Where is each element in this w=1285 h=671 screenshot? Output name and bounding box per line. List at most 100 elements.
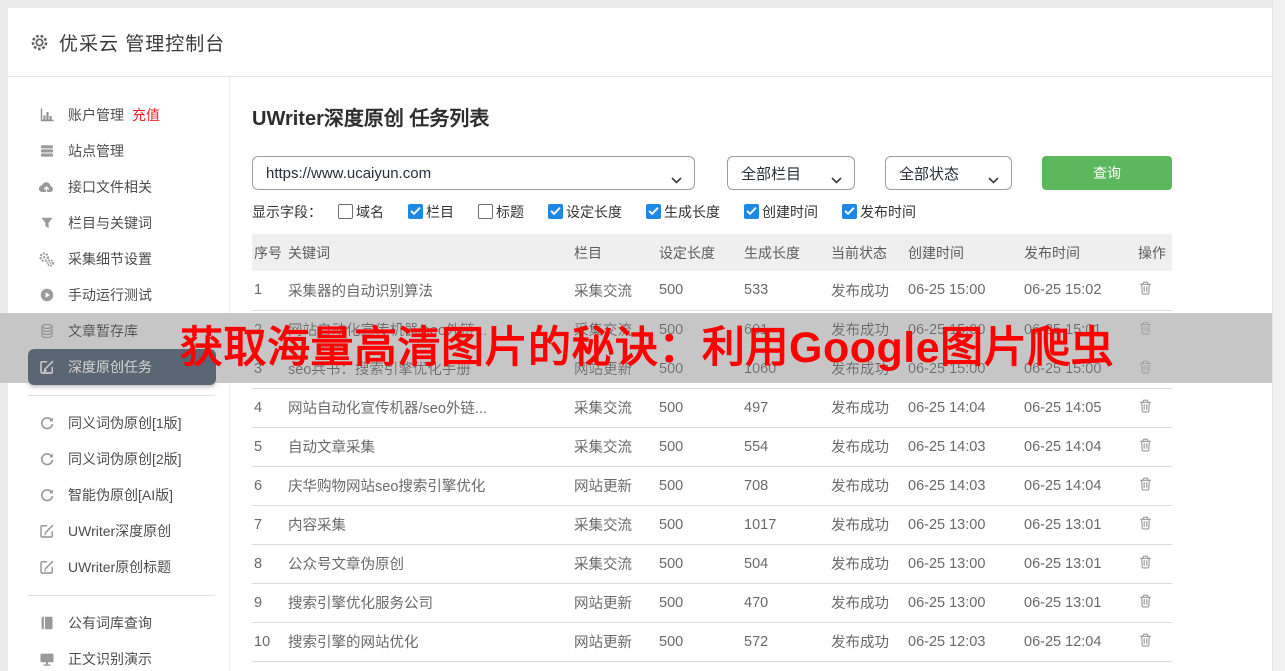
top-bar: 优采云 管理控制台 — [8, 8, 1272, 77]
cell-created: 06-25 14:03 — [906, 466, 1022, 506]
checkbox-checked-icon[interactable] — [646, 204, 661, 219]
cell-column: 网站更新 — [572, 466, 657, 506]
delete-button[interactable] — [1138, 320, 1153, 336]
page-title: UWriter深度原创 任务列表 — [252, 108, 490, 130]
field-checkbox-6[interactable]: 创建时间 — [744, 202, 818, 222]
site-select-value: https://www.ucaiyun.com — [266, 164, 432, 182]
cell-created: 06-25 15:00 — [906, 271, 1022, 311]
cell-no: 5 — [252, 427, 286, 467]
status-select-value: 全部状态 — [899, 165, 960, 183]
sidebar-item[interactable]: 同义词伪原创[1版] — [8, 405, 229, 441]
column-select[interactable]: 全部栏目 — [727, 156, 855, 190]
field-checkbox-3[interactable]: 标题 — [478, 202, 524, 222]
sidebar-item[interactable]: UWriter深度原创 — [8, 513, 229, 549]
cell-status: 发布成功 — [829, 505, 906, 545]
field-label: 域名 — [356, 203, 384, 220]
sidebar-item[interactable]: 智能伪原创[AI版] — [8, 477, 229, 513]
field-checkbox-5[interactable]: 生成长度 — [646, 202, 720, 222]
trash-icon — [1138, 360, 1153, 378]
table-header-row: 序号 关键词 栏目 设定长度 生成长度 当前状态 创建时间 发布时间 操作 — [252, 234, 1172, 271]
cell-column: 网站更新 — [572, 622, 657, 662]
fields-label: 显示字段： — [252, 203, 322, 220]
refresh-icon — [38, 415, 55, 432]
checkbox-unchecked-icon[interactable] — [338, 204, 353, 219]
sidebar-item[interactable]: 文章暂存库 — [8, 313, 229, 349]
sidebar-item[interactable]: 采集细节设置 — [8, 241, 229, 277]
filter-icon — [38, 215, 55, 232]
sidebar-item[interactable]: 公有词库查询 — [8, 605, 229, 641]
cell-actions — [1136, 388, 1172, 428]
table-row: 3 seo兵书：搜索引擎优化手册 网站更新 500 1060 发布成功 06-25 15:0… — [252, 349, 1172, 389]
sidebar-item[interactable]: 账户管理 充值 — [8, 97, 229, 133]
table-row: 8 公众号文章伪原创 采集交流 500 504 发布成功 06-25 13:00 06-25 … — [252, 544, 1172, 584]
delete-button[interactable] — [1138, 437, 1153, 453]
cell-set-length: 500 — [657, 349, 742, 389]
checkbox-checked-icon[interactable] — [842, 204, 857, 219]
refresh-icon — [38, 487, 55, 504]
cell-keyword: seo兵书：搜索引擎优化手册 — [286, 349, 572, 389]
sidebar-item[interactable]: 站点管理 — [8, 133, 229, 169]
checkbox-checked-icon[interactable] — [744, 204, 759, 219]
cell-published: 06-25 14:04 — [1022, 466, 1136, 506]
field-checkbox-4[interactable]: 设定长度 — [548, 202, 622, 222]
scrollbar-track[interactable] — [1272, 0, 1285, 671]
table-header-cell: 创建时间 — [906, 234, 1022, 271]
cell-status: 发布成功 — [829, 388, 906, 428]
sidebar-item-active[interactable]: 深度原创任务 — [28, 349, 216, 385]
cell-status: 发布成功 — [829, 466, 906, 506]
sidebar-item[interactable]: UWriter原创标题 — [8, 549, 229, 585]
cell-no: 7 — [252, 505, 286, 545]
table-header-cell: 当前状态 — [829, 234, 906, 271]
cell-published: 06-25 13:01 — [1022, 544, 1136, 584]
cell-column: 采集交流 — [572, 505, 657, 545]
delete-button[interactable] — [1138, 359, 1153, 375]
refresh-icon — [38, 451, 55, 468]
recharge-badge[interactable]: 充值 — [132, 105, 160, 125]
trash-icon — [1138, 438, 1153, 456]
delete-button[interactable] — [1138, 280, 1153, 296]
sidebar-item-label: 栏目与关键词 — [68, 215, 152, 231]
status-select[interactable]: 全部状态 — [885, 156, 1012, 190]
delete-button[interactable] — [1138, 593, 1153, 609]
checkbox-checked-icon[interactable] — [548, 204, 563, 219]
column-select-value: 全部栏目 — [741, 165, 802, 183]
table-row: 10 搜索引擎的网站优化 网站更新 500 572 发布成功 06-25 12:03 06-2… — [252, 622, 1172, 662]
cell-created: 06-25 14:04 — [906, 388, 1022, 428]
cell-gen-length: 1060 — [742, 349, 829, 389]
cell-column: 采集交流 — [572, 388, 657, 428]
field-checkbox-2[interactable]: 栏目 — [408, 202, 454, 222]
search-button[interactable]: 查询 — [1042, 156, 1172, 190]
sidebar-item-label: 接口文件相关 — [68, 179, 152, 195]
cell-no: 3 — [252, 349, 286, 389]
cell-keyword: 公众号文章伪原创 — [286, 544, 572, 584]
delete-button[interactable] — [1138, 398, 1153, 414]
trash-icon — [1138, 633, 1153, 651]
table-header-cell: 发布时间 — [1022, 234, 1136, 271]
edit-icon — [38, 523, 55, 540]
gear-icon — [30, 33, 49, 52]
cell-status: 发布成功 — [829, 583, 906, 623]
sidebar-item[interactable]: 手动运行测试 — [8, 277, 229, 313]
cell-column: 采集交流 — [572, 544, 657, 584]
sidebar-item[interactable]: 正文识别演示 — [8, 641, 229, 671]
trash-icon — [1138, 399, 1153, 417]
cell-column: 网站更新 — [572, 349, 657, 389]
trash-icon — [1138, 321, 1153, 339]
delete-button[interactable] — [1138, 554, 1153, 570]
chevron-down-icon — [988, 171, 999, 188]
delete-button[interactable] — [1138, 476, 1153, 492]
sidebar-item[interactable]: 接口文件相关 — [8, 169, 229, 205]
sidebar-item[interactable]: 栏目与关键词 — [8, 205, 229, 241]
delete-button[interactable] — [1138, 632, 1153, 648]
cell-created: 06-25 15:00 — [906, 349, 1022, 389]
sidebar-item[interactable]: 同义词伪原创[2版] — [8, 441, 229, 477]
table-row: 2 网站自动化宣传机器/seo外链... 采集交流 500 601 发布成功 06-25 1… — [252, 310, 1172, 350]
checkbox-unchecked-icon[interactable] — [478, 204, 493, 219]
field-checkbox-1[interactable]: 域名 — [338, 202, 384, 222]
table-header-cell: 操作 — [1136, 234, 1172, 271]
sidebar-item-label: 公有词库查询 — [68, 615, 152, 631]
site-select[interactable]: https://www.ucaiyun.com — [252, 156, 695, 190]
checkbox-checked-icon[interactable] — [408, 204, 423, 219]
field-checkbox-7[interactable]: 发布时间 — [842, 202, 916, 222]
delete-button[interactable] — [1138, 515, 1153, 531]
